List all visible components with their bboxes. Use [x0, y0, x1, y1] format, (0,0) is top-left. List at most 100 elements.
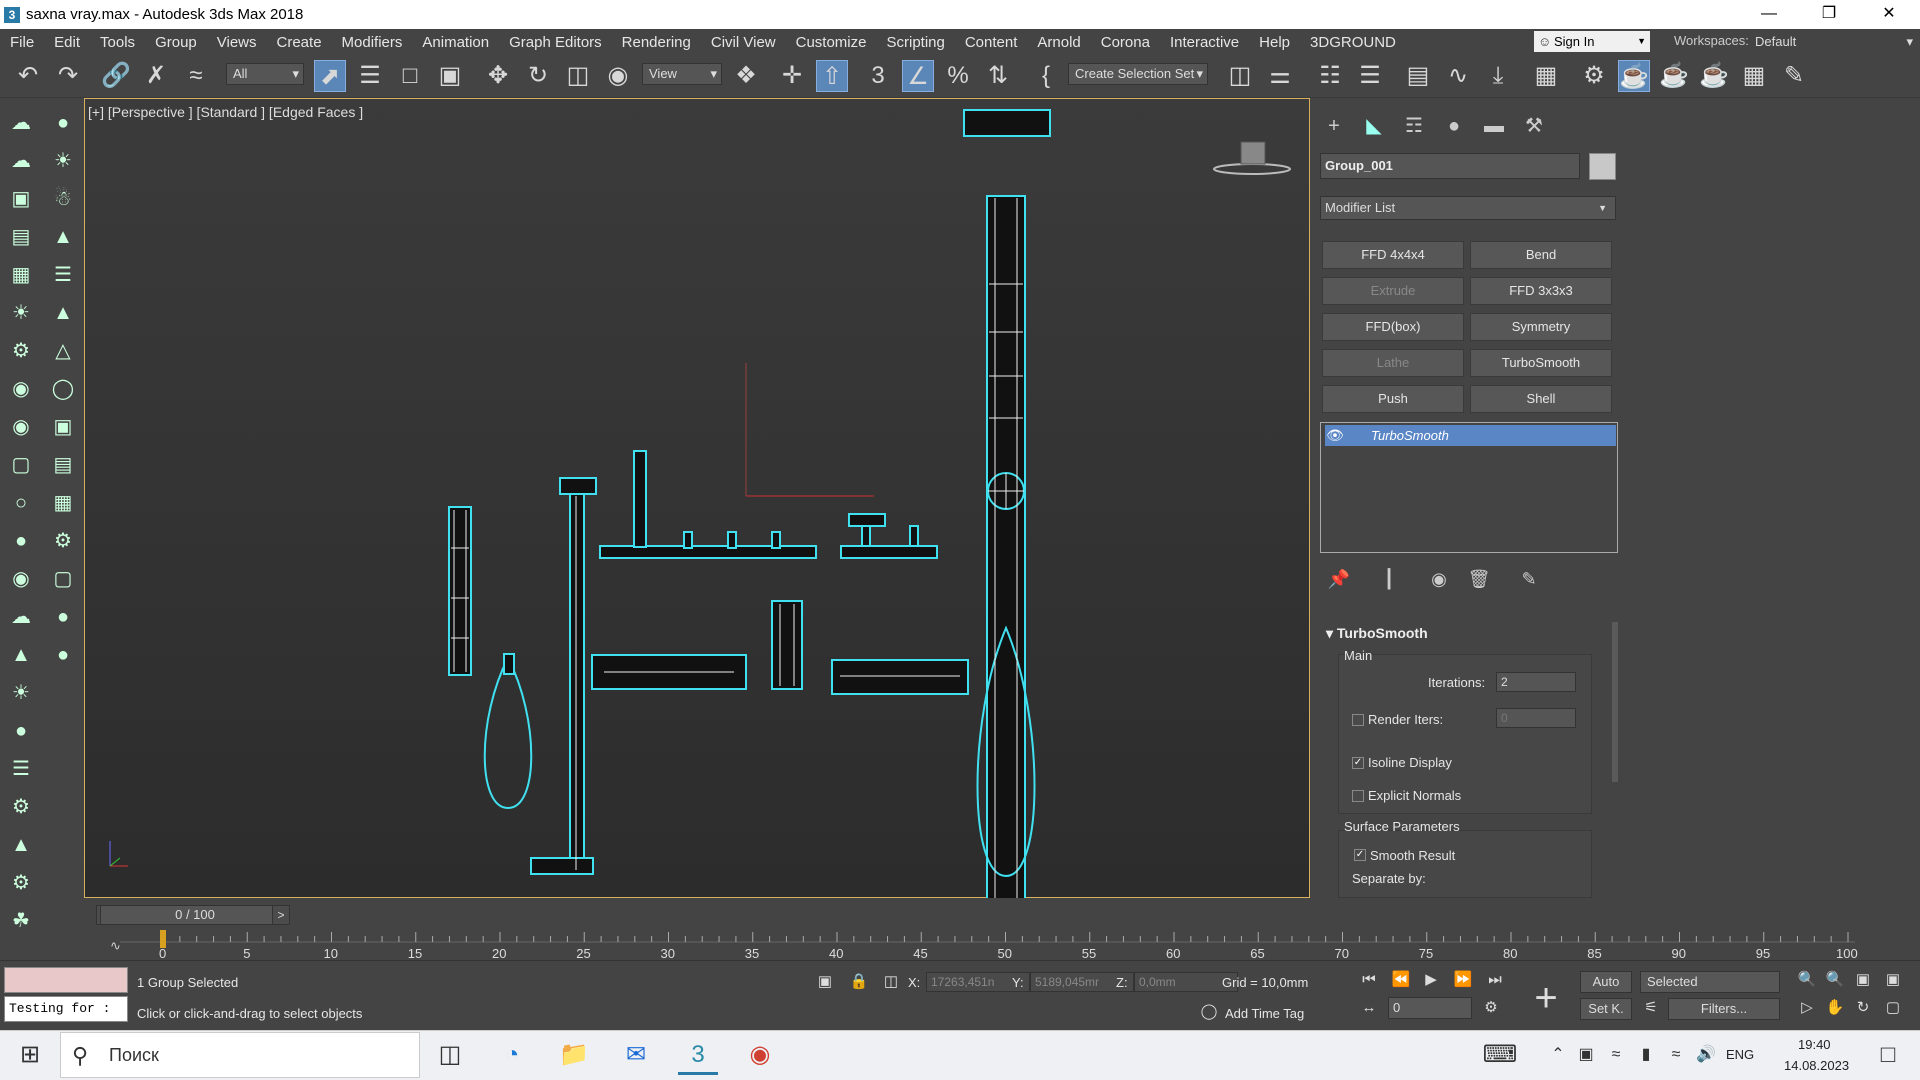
- time-configuration-icon[interactable]: ⚙: [1478, 996, 1504, 1020]
- rotate-icon[interactable]: ↻: [522, 60, 554, 92]
- tool-icon[interactable]: ⚙: [48, 526, 78, 556]
- menu-group[interactable]: Group: [145, 34, 207, 51]
- minimize-button[interactable]: —: [1746, 0, 1792, 29]
- tool-icon[interactable]: ●: [48, 640, 78, 670]
- tool-icon[interactable]: ○: [6, 488, 36, 518]
- pan-icon[interactable]: ✋: [1822, 996, 1848, 1020]
- select-manipulate-icon[interactable]: ✛: [776, 60, 808, 92]
- rendered-frame-window-icon[interactable]: ☕: [1618, 60, 1650, 92]
- menu-arnold[interactable]: Arnold: [1027, 34, 1090, 51]
- tool-icon[interactable]: ▤: [48, 450, 78, 480]
- dope-sheet-icon[interactable]: ⤓: [1482, 60, 1514, 92]
- menu-file[interactable]: File: [0, 34, 44, 51]
- next-frame-button[interactable]: >: [272, 905, 290, 925]
- render-production-icon[interactable]: ☕: [1658, 60, 1690, 92]
- named-selection-dropdown[interactable]: Create Selection Set: [1068, 63, 1208, 85]
- undo-icon[interactable]: ↶: [12, 60, 44, 92]
- add-time-tag[interactable]: Add Time Tag: [1225, 1006, 1304, 1021]
- tool-icon[interactable]: ◉: [6, 374, 36, 404]
- select-object-icon[interactable]: ⬈: [314, 60, 346, 92]
- object-color-swatch[interactable]: [1589, 153, 1616, 180]
- tool-icon[interactable]: ▣: [6, 184, 36, 214]
- modifier-button-symmetry[interactable]: Symmetry: [1470, 313, 1612, 341]
- menu-interactive[interactable]: Interactive: [1160, 34, 1249, 51]
- rectangular-selection-icon[interactable]: □: [394, 60, 426, 92]
- percent-snap-icon[interactable]: %: [942, 60, 974, 92]
- render-iters-checkbox[interactable]: [1352, 714, 1364, 726]
- modifier-button-ffdbox[interactable]: FFD(box): [1322, 313, 1464, 341]
- menu-animation[interactable]: Animation: [412, 34, 499, 51]
- restore-button[interactable]: ❐: [1806, 0, 1852, 29]
- current-frame-spinner[interactable]: 0: [1388, 997, 1472, 1019]
- show-end-result-icon[interactable]: ┃: [1376, 566, 1402, 592]
- go-to-start-icon[interactable]: ⏮: [1356, 968, 1382, 992]
- zoom-extents-icon[interactable]: ▣: [1850, 968, 1876, 992]
- stack-item-turbosmooth[interactable]: TurboSmooth: [1345, 425, 1616, 446]
- language-indicator[interactable]: ENG: [1726, 1047, 1754, 1062]
- link-icon[interactable]: 🔗: [100, 60, 132, 92]
- notifications-icon[interactable]: □: [1868, 1035, 1908, 1075]
- selected-group-objects[interactable]: [448, 109, 1051, 898]
- move-icon[interactable]: ✥: [482, 60, 514, 92]
- maxscript-listener-output[interactable]: [4, 967, 128, 993]
- previous-frame-icon[interactable]: ⏪: [1388, 968, 1414, 992]
- display-tab-icon[interactable]: ▬: [1480, 112, 1508, 140]
- tool-icon[interactable]: ▦: [6, 260, 36, 290]
- modify-tab-icon[interactable]: ◣: [1360, 112, 1388, 140]
- scale-icon[interactable]: ◫: [562, 60, 594, 92]
- command-panel-scrollbar[interactable]: [1612, 622, 1618, 782]
- tool-icon[interactable]: ☀: [48, 146, 78, 176]
- tool-icon[interactable]: ☁: [6, 146, 36, 176]
- mail-icon[interactable]: ✉: [616, 1035, 656, 1075]
- tool-icon[interactable]: ☁: [6, 602, 36, 632]
- ribbon-icon[interactable]: ▤: [1402, 60, 1434, 92]
- key-selection-dropdown[interactable]: Selected: [1640, 971, 1780, 993]
- close-button[interactable]: ✕: [1866, 0, 1912, 29]
- edit-named-selection-icon[interactable]: {: [1030, 60, 1062, 92]
- task-view-icon[interactable]: ◫: [430, 1035, 470, 1075]
- sign-in-dropdown[interactable]: Sign In: [1534, 31, 1650, 52]
- material-editor-icon[interactable]: ▦: [1738, 60, 1770, 92]
- menu-help[interactable]: Help: [1249, 34, 1300, 51]
- pivot-center-icon[interactable]: ❖: [730, 60, 762, 92]
- tool-icon[interactable]: ☰: [6, 754, 36, 784]
- render-iters-spinner[interactable]: 0: [1496, 708, 1576, 728]
- set-key-button[interactable]: Set K.: [1580, 998, 1632, 1020]
- modifier-button-shell[interactable]: Shell: [1470, 385, 1612, 413]
- tool-icon[interactable]: ▦: [48, 488, 78, 518]
- menu-modifiers[interactable]: Modifiers: [332, 34, 413, 51]
- modifier-button-bend[interactable]: Bend: [1470, 241, 1612, 269]
- keyboard-icon[interactable]: ⌨: [1480, 1035, 1520, 1075]
- chrome-icon[interactable]: ◉: [740, 1035, 780, 1075]
- tool-icon[interactable]: ●: [48, 602, 78, 632]
- menu-graph-editors[interactable]: Graph Editors: [499, 34, 612, 51]
- select-by-name-icon[interactable]: ☰: [354, 60, 386, 92]
- tool-icon[interactable]: ☀: [6, 298, 36, 328]
- tool-icon[interactable]: ⚙: [6, 792, 36, 822]
- snaps-toggle-icon[interactable]: 3: [862, 60, 894, 92]
- menu-3dground[interactable]: 3DGROUND: [1300, 34, 1406, 51]
- modifier-button-extrude[interactable]: Extrude: [1322, 277, 1464, 305]
- clock-date[interactable]: 14.08.2023: [1784, 1058, 1849, 1073]
- motion-tab-icon[interactable]: ●: [1440, 112, 1468, 140]
- menu-customize[interactable]: Customize: [786, 34, 877, 51]
- tool-icon[interactable]: ▲: [48, 222, 78, 252]
- zoom-extents-all-icon[interactable]: ▣: [1880, 968, 1906, 992]
- modifier-button-lathe[interactable]: Lathe: [1322, 349, 1464, 377]
- key-filters-icon[interactable]: ⚟: [1638, 996, 1664, 1020]
- selection-lock-icon[interactable]: 🔒: [846, 970, 872, 994]
- tool-icon[interactable]: ◉: [6, 564, 36, 594]
- unlink-icon[interactable]: ✗: [140, 60, 172, 92]
- volume-icon[interactable]: 🔊: [1686, 1035, 1726, 1075]
- modifier-button-turbosmooth[interactable]: TurboSmooth: [1470, 349, 1612, 377]
- align-icon[interactable]: ⚌: [1264, 60, 1296, 92]
- tool-icon[interactable]: ●: [6, 716, 36, 746]
- tool-icon[interactable]: ▲: [48, 298, 78, 328]
- layer-explorer-icon[interactable]: ☰: [1354, 60, 1386, 92]
- tool-icon[interactable]: ☰: [48, 260, 78, 290]
- zoom-all-icon[interactable]: 🔍: [1822, 968, 1848, 992]
- eye-icon[interactable]: 👁: [1325, 425, 1345, 446]
- filters-button[interactable]: Filters...: [1668, 998, 1780, 1020]
- 3dsmax-taskbar-icon[interactable]: 3: [678, 1035, 718, 1075]
- modifier-button-push[interactable]: Push: [1322, 385, 1464, 413]
